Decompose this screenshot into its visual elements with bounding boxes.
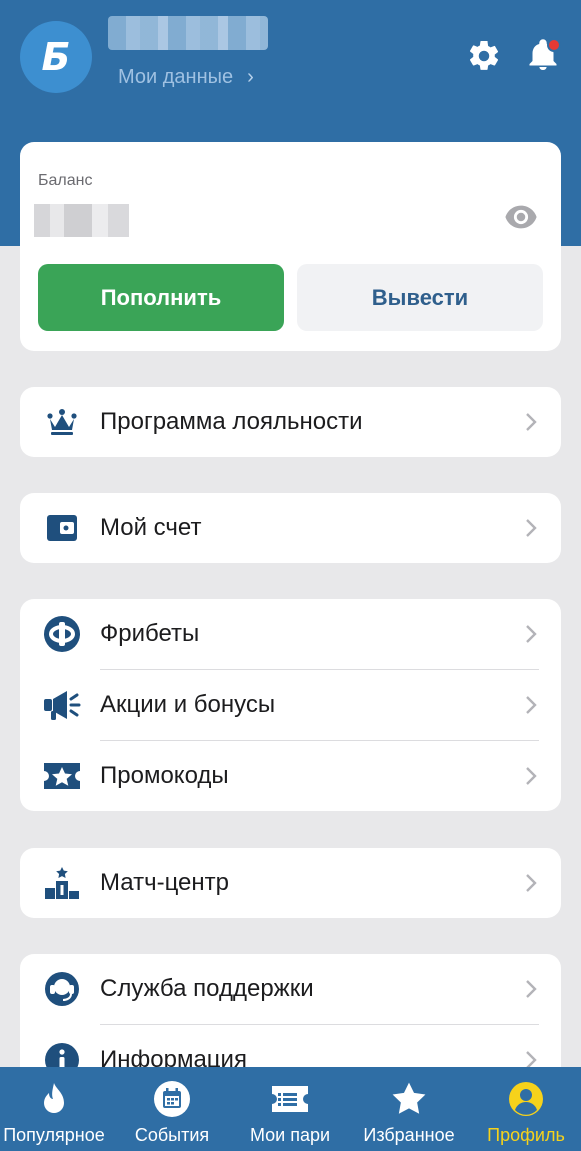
loyalty-card: Программа лояльности: [20, 387, 561, 457]
logo-icon[interactable]: Б: [20, 21, 92, 93]
my-data-label: Мои данные: [118, 66, 234, 88]
profile-icon: [506, 1079, 546, 1119]
chevron-right-icon: [526, 519, 537, 537]
menu-item-support[interactable]: Служба поддержки: [20, 954, 561, 1024]
tab-label: Популярное: [3, 1125, 105, 1145]
menu-item-label: Матч-центр: [100, 869, 229, 896]
bets-icon: [270, 1079, 310, 1119]
menu-item-label: Акции и бонусы: [100, 691, 276, 718]
freebet-icon: [42, 614, 82, 654]
chevron-right-icon: [526, 413, 537, 431]
bonuses-card: Фрибеты Акции и бонусы Промокоды: [20, 599, 561, 811]
tab-events[interactable]: События: [122, 1067, 222, 1151]
username-redacted: [108, 16, 268, 50]
notification-badge: [547, 38, 561, 52]
crown-icon: [42, 402, 82, 442]
menu-item-match-center[interactable]: Матч-центр: [20, 848, 561, 918]
logo-letter: Б: [41, 35, 71, 79]
gear-icon[interactable]: [466, 38, 502, 74]
menu-item-freebets[interactable]: Фрибеты: [20, 599, 561, 669]
menu-item-label: Мой счет: [100, 514, 202, 541]
tab-label: Избранное: [363, 1125, 455, 1145]
match-center-card: Матч-центр: [20, 848, 561, 918]
chevron-right-icon: [526, 767, 537, 785]
withdraw-button[interactable]: Вывести: [297, 264, 543, 331]
menu-item-label: Промокоды: [100, 762, 229, 789]
menu-item-label: Программа лояльности: [100, 408, 363, 435]
balance-label: Баланс: [38, 172, 93, 189]
deposit-button[interactable]: Пополнить: [38, 264, 284, 331]
tab-my-bets[interactable]: Мои пари: [240, 1067, 340, 1151]
headset-icon: [42, 969, 82, 1009]
account-card: Мой счет: [20, 493, 561, 563]
bottom-tab-bar: Популярное События Мои пари Избранное Пр…: [0, 1067, 581, 1151]
my-data-link[interactable]: Мои данные ›: [118, 66, 254, 89]
tab-label: События: [134, 1125, 210, 1145]
tab-profile[interactable]: Профиль: [478, 1067, 574, 1151]
chevron-right-icon: [526, 696, 537, 714]
menu-item-label: Фрибеты: [100, 620, 200, 647]
menu-item-loyalty[interactable]: Программа лояльности: [20, 387, 561, 457]
chevron-right-icon: [526, 625, 537, 643]
star-icon: [389, 1079, 429, 1119]
eye-icon[interactable]: [504, 204, 538, 230]
tab-label: Мои пари: [249, 1125, 331, 1145]
ticket-star-icon: [42, 756, 82, 796]
menu-item-promotions[interactable]: Акции и бонусы: [20, 670, 561, 740]
calendar-icon: [152, 1079, 192, 1119]
menu-item-my-account[interactable]: Мой счет: [20, 493, 561, 563]
chevron-right-icon: ›: [247, 66, 254, 88]
menu-item-label: Служба поддержки: [100, 975, 314, 1002]
flame-icon: [34, 1079, 74, 1119]
megaphone-icon: [42, 685, 82, 725]
podium-icon: [42, 863, 82, 903]
chevron-right-icon: [526, 980, 537, 998]
balance-amount-redacted: [34, 204, 129, 237]
wallet-icon: [42, 508, 82, 548]
menu-item-promocodes[interactable]: Промокоды: [20, 741, 561, 811]
tab-label: Профиль: [487, 1125, 565, 1145]
tab-favorites[interactable]: Избранное: [358, 1067, 460, 1151]
chevron-right-icon: [526, 874, 537, 892]
tab-popular[interactable]: Популярное: [0, 1067, 108, 1151]
balance-card: Баланс Пополнить Вывести: [20, 142, 561, 351]
